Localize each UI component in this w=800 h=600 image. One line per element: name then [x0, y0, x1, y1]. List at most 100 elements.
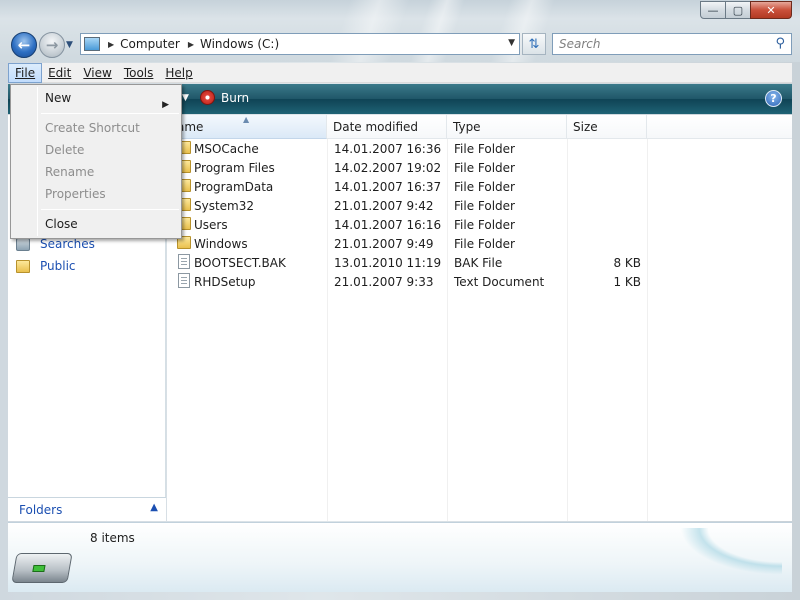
cell-name: Program Files	[194, 160, 275, 175]
column-header-type[interactable]: Type	[447, 115, 567, 139]
menu-item-create-shortcut[interactable]: Create Shortcut	[45, 118, 140, 138]
computer-icon	[84, 37, 100, 51]
address-bar[interactable]: ▶ Computer ▶ Windows (C:) ▼	[80, 33, 520, 55]
search-input[interactable]: Search ⚲	[552, 33, 792, 55]
column-header-size[interactable]: Size	[567, 115, 647, 139]
cell-type: File Folder	[454, 141, 515, 156]
address-dropdown-icon[interactable]: ▼	[508, 38, 515, 48]
table-row[interactable]: RHDSetup 21.01.2007 9:33 Text Document 1 KB	[167, 272, 792, 291]
close-button[interactable]: ✕	[750, 1, 792, 19]
cell-type: File Folder	[454, 179, 515, 194]
nav-link-searches[interactable]: Searches	[16, 237, 95, 251]
burn-button[interactable]: Burn	[200, 90, 249, 105]
table-row[interactable]: Users 14.01.2007 16:16 File Folder	[167, 215, 792, 234]
cell-date: 14.02.2007 19:02	[334, 160, 442, 175]
table-row[interactable]: Windows 21.01.2007 9:49 File Folder	[167, 234, 792, 253]
folders-toggle[interactable]: Folders ▲	[8, 497, 166, 521]
cell-date: 14.01.2007 16:16	[334, 217, 442, 232]
cell-type: Text Document	[454, 274, 545, 289]
chevron-up-icon: ▲	[150, 502, 158, 513]
menu-file-label: File	[15, 65, 36, 80]
table-row[interactable]: BOOTSECT.BAK 13.01.2010 11:19 BAK File 8 KB	[167, 253, 792, 272]
folders-label: Folders	[19, 502, 63, 517]
search-icon[interactable]: ⚲	[775, 36, 785, 51]
cell-type: BAK File	[454, 255, 503, 270]
breadcrumb-computer[interactable]: Computer	[120, 37, 180, 51]
table-row[interactable]: ProgramData 14.01.2007 16:37 File Folder	[167, 177, 792, 196]
cell-date: 21.01.2007 9:49	[334, 236, 434, 251]
cell-date: 21.01.2007 9:33	[334, 274, 434, 289]
details-pane: 8 items	[8, 522, 792, 592]
cell-type: File Folder	[454, 198, 515, 213]
menu-tools[interactable]: Tools	[118, 63, 160, 83]
menu-help-label: Help	[165, 65, 193, 80]
cell-date: 14.01.2007 16:37	[334, 179, 442, 194]
file-list: ▲ ame Date modified Type Size MSOCache 14…	[167, 115, 792, 521]
cell-type: File Folder	[454, 236, 515, 251]
cell-date: 21.01.2007 9:42	[334, 198, 434, 213]
menu-item-rename[interactable]: Rename	[45, 162, 94, 182]
breadcrumb-separator[interactable]: ▶	[108, 40, 114, 49]
cell-type: File Folder	[454, 217, 515, 232]
column-header-date-modified[interactable]: Date modified	[327, 115, 447, 139]
column-header-name[interactable]: ▲ ame	[167, 115, 327, 139]
document-icon	[178, 254, 190, 269]
help-icon: ?	[770, 92, 777, 105]
cell-name: RHDSetup	[194, 274, 256, 289]
cell-name: Windows	[194, 236, 248, 251]
cell-date: 13.01.2010 11:19	[334, 255, 442, 270]
cell-size: 1 KB	[613, 274, 641, 289]
drive-indicator	[32, 565, 46, 572]
forward-button[interactable]: →	[39, 32, 65, 58]
menu-item-properties[interactable]: Properties	[45, 184, 106, 204]
column-header-label: Type	[453, 119, 481, 134]
cell-date: 14.01.2007 16:36	[334, 141, 442, 156]
burn-label: Burn	[221, 90, 250, 105]
maximize-button[interactable]: ▢	[725, 1, 751, 19]
minimize-button[interactable]: —	[700, 1, 726, 19]
cell-name: BOOTSECT.BAK	[194, 255, 286, 270]
menu-view[interactable]: View	[77, 63, 117, 83]
search-placeholder: Search	[559, 37, 601, 51]
recent-pages-dropdown[interactable]: ▼	[66, 40, 73, 50]
hard-drive-icon	[11, 553, 73, 583]
table-row[interactable]: MSOCache 14.01.2007 16:36 File Folder	[167, 139, 792, 158]
arrow-right-icon: →	[45, 36, 59, 54]
menu-separator	[41, 113, 179, 114]
menu-item-new[interactable]: New ▶	[45, 88, 179, 110]
file-menu-dropdown: New ▶ Create Shortcut Delete Rename Prop…	[10, 84, 182, 239]
help-button[interactable]: ?	[765, 90, 782, 107]
nav-link-label: Public	[40, 259, 76, 273]
back-button[interactable]: ←	[11, 32, 37, 58]
menu-tools-label: Tools	[123, 65, 154, 80]
menu-separator	[41, 209, 179, 210]
menu-item-delete[interactable]: Delete	[45, 140, 84, 160]
table-row[interactable]: System32 21.01.2007 9:42 File Folder	[167, 196, 792, 215]
cell-name: MSOCache	[194, 141, 259, 156]
decorative-swoosh	[652, 528, 782, 588]
cell-name: ProgramData	[194, 179, 274, 194]
cell-name: Users	[194, 217, 228, 232]
sort-ascending-icon: ▲	[243, 115, 250, 124]
burn-disc-icon	[200, 90, 215, 105]
saved-search-icon	[16, 237, 30, 251]
menu-edit[interactable]: Edit	[42, 63, 77, 83]
table-row[interactable]: Program Files 14.02.2007 19:02 File Folder	[167, 158, 792, 177]
menu-item-close[interactable]: Close	[45, 214, 78, 234]
menu-help[interactable]: Help	[159, 63, 198, 83]
cell-name: System32	[194, 198, 255, 213]
submenu-arrow-icon: ▶	[162, 100, 169, 110]
breadcrumb-windows-c[interactable]: Windows (C:)	[200, 37, 279, 51]
menu-bar: File Edit View Tools Help	[8, 62, 792, 83]
column-header-label: Size	[573, 119, 598, 134]
chevron-down-icon[interactable]: ▼	[182, 93, 189, 103]
nav-link-public[interactable]: Public	[16, 259, 76, 273]
arrow-left-icon: ←	[17, 36, 31, 54]
nav-link-label: Searches	[40, 237, 95, 251]
column-header-filler	[647, 115, 792, 139]
refresh-button[interactable]: ⇅	[522, 33, 546, 55]
menu-gutter	[37, 87, 38, 236]
menu-view-label: View	[83, 65, 112, 80]
breadcrumb-separator[interactable]: ▶	[188, 40, 194, 49]
menu-file[interactable]: File	[8, 62, 43, 83]
